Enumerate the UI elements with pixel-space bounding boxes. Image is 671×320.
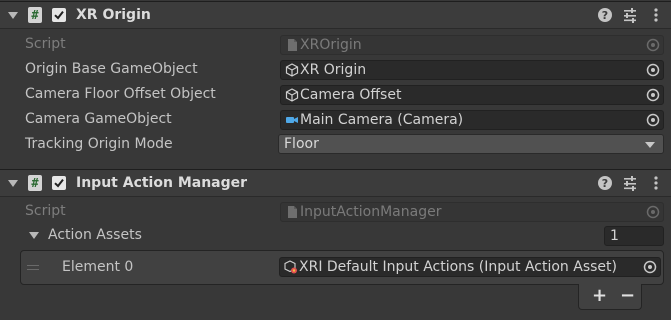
help-icon[interactable]: ? — [597, 175, 613, 191]
component-enabled-checkbox[interactable] — [52, 8, 66, 22]
camera-icon — [286, 117, 298, 123]
object-picker-icon — [646, 205, 660, 219]
svg-text:?: ? — [602, 9, 608, 22]
origin-base-gameobject-value: XR Origin — [300, 62, 367, 78]
camera-gameobject-label: Camera GameObject — [25, 111, 172, 127]
script-file-icon — [288, 39, 297, 51]
object-picker-icon[interactable] — [645, 87, 661, 103]
camera-floor-offset-label: Camera Floor Offset Object — [25, 86, 216, 102]
script-field: XROrigin — [280, 35, 664, 55]
script-hash-icon: # — [28, 175, 42, 191]
action-assets-label[interactable]: Action Assets — [48, 227, 142, 243]
gameobject-cube-icon — [285, 88, 299, 102]
list-element-value: XRI Default Input Actions (Input Action … — [299, 259, 617, 275]
input-action-asset-icon — [284, 260, 297, 274]
script-label: Script — [25, 203, 66, 219]
component-title: Input Action Manager — [76, 175, 248, 191]
script-hash-icon: # — [28, 7, 42, 23]
origin-base-gameobject-field[interactable]: XR Origin — [280, 60, 664, 80]
gameobject-cube-icon — [285, 63, 299, 77]
tracking-origin-mode-label: Tracking Origin Mode — [25, 136, 173, 152]
foldout-arrow-icon[interactable] — [8, 180, 18, 187]
more-icon[interactable] — [648, 175, 664, 191]
presets-icon[interactable] — [622, 7, 638, 23]
help-icon[interactable]: ? — [597, 7, 613, 23]
list-element-label: Element 0 — [62, 259, 134, 275]
component-title: XR Origin — [76, 7, 151, 23]
list-size-field[interactable]: 1 — [604, 226, 664, 246]
origin-base-gameobject-label: Origin Base GameObject — [25, 61, 198, 77]
object-picker-icon[interactable] — [645, 112, 661, 128]
object-picker-icon[interactable] — [642, 259, 658, 275]
chevron-down-icon — [645, 142, 655, 148]
script-value: InputActionManager — [300, 204, 442, 220]
camera-floor-offset-value: Camera Offset — [300, 87, 402, 103]
tracking-origin-mode-value: Floor — [284, 136, 319, 152]
more-icon[interactable] — [648, 7, 664, 23]
drag-handle-icon[interactable] — [21, 251, 41, 284]
camera-floor-offset-field[interactable]: Camera Offset — [280, 85, 664, 105]
camera-gameobject-value: Main Camera (Camera) — [300, 112, 464, 128]
component-header-input-action-manager[interactable]: # Input Action Manager ? — [0, 169, 671, 197]
object-picker-icon[interactable] — [645, 62, 661, 78]
foldout-arrow-icon[interactable] — [8, 12, 18, 19]
tracking-origin-mode-dropdown[interactable]: Floor — [278, 134, 664, 154]
presets-icon[interactable] — [622, 175, 638, 191]
action-assets-list: Element 0 XRI Default Input Actions (Inp… — [20, 250, 664, 285]
script-label: Script — [25, 36, 66, 52]
svg-text:?: ? — [602, 177, 608, 190]
script-field: InputActionManager — [280, 202, 664, 222]
add-element-button[interactable]: + — [592, 286, 607, 306]
remove-element-button[interactable]: − — [620, 286, 635, 306]
component-enabled-checkbox[interactable] — [52, 176, 66, 190]
camera-gameobject-field[interactable]: Main Camera (Camera) — [280, 110, 664, 130]
list-footer: + − — [578, 284, 642, 310]
action-assets-foldout-icon[interactable] — [29, 232, 39, 239]
script-value: XROrigin — [300, 37, 362, 53]
script-file-icon — [288, 206, 297, 218]
list-element-field[interactable]: XRI Default Input Actions (Input Action … — [279, 257, 661, 277]
component-header-xr-origin[interactable]: # XR Origin ? — [0, 1, 671, 29]
object-picker-icon — [646, 38, 660, 52]
